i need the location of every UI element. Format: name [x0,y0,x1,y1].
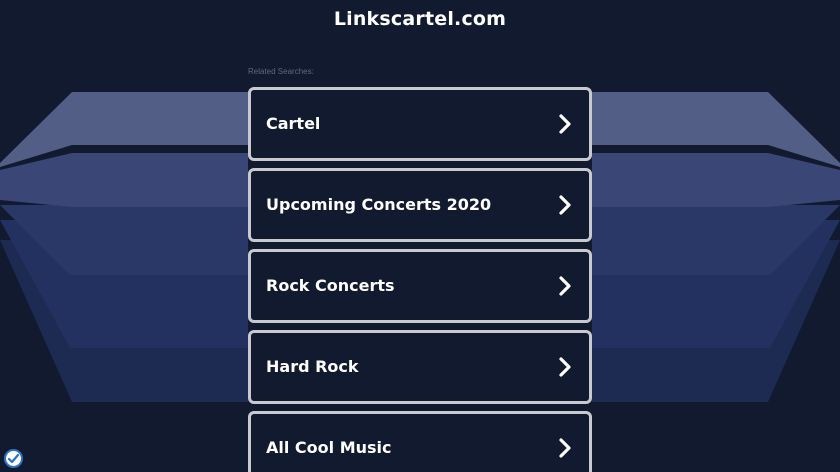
related-searches-label: Related Searches: [248,67,314,76]
related-search-link-rock-concerts[interactable]: Rock Concerts [248,249,592,323]
chevron-right-icon [559,114,571,134]
related-search-link-upcoming-concerts[interactable]: Upcoming Concerts 2020 [248,168,592,242]
related-search-link-hard-rock[interactable]: Hard Rock [248,330,592,404]
related-search-label: Cartel [266,114,321,133]
bg-shape-left-2 [0,153,248,207]
related-searches-list: Cartel Upcoming Concerts 2020 Rock Conce… [248,87,592,472]
related-search-label: Rock Concerts [266,276,395,295]
related-search-link-cartel[interactable]: Cartel [248,87,592,161]
related-search-label: Hard Rock [266,357,359,376]
privacy-checkmark-icon[interactable] [4,449,23,468]
chevron-right-icon [559,438,571,458]
related-search-label: Upcoming Concerts 2020 [266,195,492,214]
checkmark-icon [7,453,20,464]
chevron-right-icon [559,195,571,215]
chevron-right-icon [559,276,571,296]
parked-domain-page: Linkscartel.com Related Searches: Cartel… [0,0,840,472]
bg-shape-right-2 [592,153,840,207]
related-search-link-all-cool-music[interactable]: All Cool Music [248,411,592,472]
related-search-label: All Cool Music [266,438,392,457]
domain-title: Linkscartel.com [333,8,507,30]
chevron-right-icon [559,357,571,377]
